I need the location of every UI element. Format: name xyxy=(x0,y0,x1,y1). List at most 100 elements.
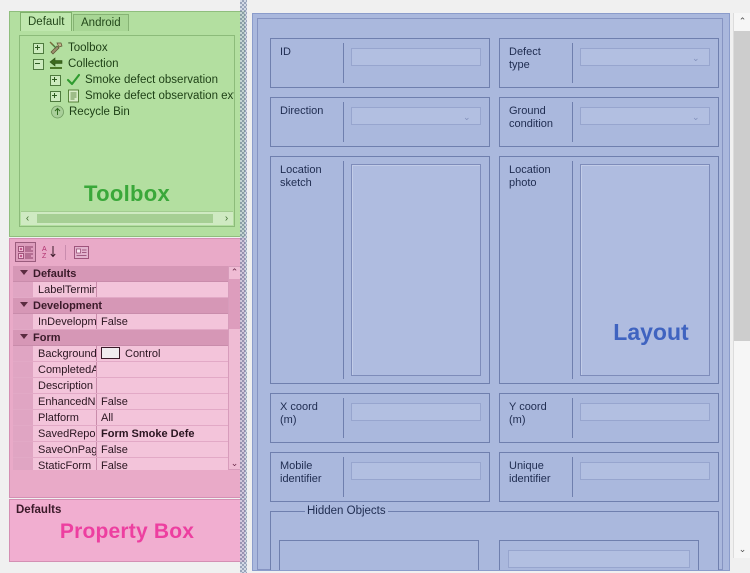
property-row[interactable]: InDevelopmentFalse xyxy=(13,314,241,330)
scroll-down-arrow-icon[interactable]: ⌄ xyxy=(229,458,240,469)
tab-default[interactable]: Default xyxy=(20,12,73,31)
document-icon xyxy=(66,89,81,103)
hidden-objects-legend-label: Hidden Objects xyxy=(305,505,388,517)
hidden-field-left[interactable] xyxy=(279,540,479,570)
field-direction[interactable]: Direction ⌄ xyxy=(270,97,490,147)
field-unique-identifier[interactable]: Unique identifier xyxy=(499,452,719,502)
tab-android[interactable]: Android xyxy=(73,14,129,31)
toolbox-tree[interactable]: Toolbox Collection Smoke defect observat… xyxy=(19,35,235,227)
collapse-minus-icon[interactable] xyxy=(33,58,44,70)
property-row[interactable]: EnhancedNextBFalse xyxy=(13,394,241,410)
hidden-objects-legend: Hidden Objects xyxy=(281,505,698,517)
field-defect-type[interactable]: Defect type ⌄ xyxy=(499,38,719,88)
layout-form-surface: ID Defect type ⌄ Direction ⌄ Ground condition ⌄ L… xyxy=(257,18,723,570)
property-name: EnhancedNextB xyxy=(13,394,97,409)
expand-plus-icon[interactable] xyxy=(33,42,44,54)
field-id[interactable]: ID xyxy=(270,38,490,88)
field-divider xyxy=(343,102,344,142)
toolbox-panel: Default Android Toolbox Collection Smoke… xyxy=(9,11,245,237)
category-collapse-arrow-icon[interactable] xyxy=(20,270,28,275)
toolbox-horizontal-scrollbar[interactable]: ‹ › xyxy=(21,211,233,225)
hidden-field-right-input[interactable] xyxy=(508,550,690,568)
field-mobile-identifier-input[interactable] xyxy=(351,462,481,480)
property-value[interactable] xyxy=(98,362,241,377)
property-row[interactable]: Platform All xyxy=(13,410,241,426)
alphabetical-sort-button[interactable]: A Z xyxy=(39,242,60,262)
scrollbar-thumb[interactable] xyxy=(734,31,750,341)
property-value[interactable]: All xyxy=(98,410,241,425)
category-collapse-arrow-icon[interactable] xyxy=(20,302,28,307)
field-location-sketch-input[interactable] xyxy=(351,164,481,376)
property-value[interactable] xyxy=(98,282,241,297)
field-ground-condition-input[interactable]: ⌄ xyxy=(580,107,710,125)
layout-pane: ID Defect type ⌄ Direction ⌄ Ground condition ⌄ L… xyxy=(247,0,750,573)
green-check-icon xyxy=(66,73,81,87)
scroll-down-arrow-icon[interactable]: ⌄ xyxy=(734,541,750,558)
pane-splitter[interactable] xyxy=(240,0,247,573)
property-name: InDevelopment xyxy=(13,314,97,329)
tree-item-recycle-bin[interactable]: Recycle Bin xyxy=(20,104,234,120)
scroll-up-arrow-icon[interactable]: ⌃ xyxy=(734,13,750,30)
chevron-down-icon[interactable]: ⌄ xyxy=(463,113,472,122)
field-location-sketch[interactable]: Location sketch xyxy=(270,156,490,384)
scrollbar-thumb[interactable] xyxy=(37,214,213,223)
property-value[interactable]: Form Smoke Defe xyxy=(98,426,241,441)
form-designer-window: Default Android Toolbox Collection Smoke… xyxy=(0,0,750,573)
field-location-sketch-label: Location sketch xyxy=(280,164,322,189)
property-row[interactable]: CompletedAction xyxy=(13,362,241,378)
chevron-down-icon[interactable]: ⌄ xyxy=(692,113,701,122)
field-unique-identifier-input[interactable] xyxy=(580,462,710,480)
field-x-coord-input[interactable] xyxy=(351,403,481,421)
scrollbar-thumb[interactable] xyxy=(229,279,240,329)
property-value[interactable]: False xyxy=(98,394,241,409)
hidden-field-right[interactable] xyxy=(499,540,699,570)
property-row[interactable]: BackgroundColoControl xyxy=(13,346,241,362)
property-row[interactable]: SaveOnPageChFalse xyxy=(13,442,241,458)
property-category-row[interactable]: Defaults xyxy=(13,266,241,282)
layout-watermark: Layout xyxy=(613,319,689,345)
tree-item-collection[interactable]: Collection xyxy=(20,56,234,72)
chevron-down-icon[interactable]: ⌄ xyxy=(692,54,701,63)
property-value[interactable]: False xyxy=(98,458,241,470)
tree-item-smoke-defect-observation[interactable]: Smoke defect observation xyxy=(20,72,234,88)
field-x-coord[interactable]: X coord (m) xyxy=(270,393,490,443)
field-ground-condition[interactable]: Ground condition ⌄ xyxy=(499,97,719,147)
property-row[interactable]: LabelTerminator xyxy=(13,282,241,298)
expand-plus-icon[interactable] xyxy=(50,74,61,86)
property-row[interactable]: StaticForm False xyxy=(13,458,241,470)
field-y-coord-input[interactable] xyxy=(580,403,710,421)
property-row[interactable]: Description xyxy=(13,378,241,394)
scroll-right-arrow-icon[interactable]: › xyxy=(220,212,233,225)
property-row[interactable]: SavedReportTitlForm Smoke Defe xyxy=(13,426,241,442)
property-value[interactable] xyxy=(98,378,241,393)
category-collapse-arrow-icon[interactable] xyxy=(20,334,28,339)
field-y-coord[interactable]: Y coord (m) xyxy=(499,393,719,443)
property-category-row[interactable]: Form xyxy=(13,330,241,346)
property-pages-button[interactable] xyxy=(71,242,92,262)
property-grid[interactable]: Defaults LabelTerminator Development InDeve… xyxy=(13,266,241,470)
layout-vertical-scrollbar[interactable]: ⌃ ⌄ xyxy=(733,13,750,558)
field-id-input[interactable] xyxy=(351,48,481,66)
tree-item-smoke-defect-observation-external[interactable]: Smoke defect observation exter xyxy=(20,88,234,104)
scroll-left-arrow-icon[interactable]: ‹ xyxy=(21,212,34,225)
scroll-up-arrow-icon[interactable]: ⌃ xyxy=(229,267,240,278)
tree-item-collection-label: Collection xyxy=(68,58,119,70)
color-swatch-icon[interactable] xyxy=(101,347,120,360)
property-category-row[interactable]: Development xyxy=(13,298,241,314)
property-category-label: Defaults xyxy=(33,268,77,280)
tree-item-toolbox[interactable]: Toolbox xyxy=(20,40,234,56)
field-defect-type-input[interactable]: ⌄ xyxy=(580,48,710,66)
property-description-pane xyxy=(10,471,244,497)
toolbox-watermark: Toolbox xyxy=(83,181,170,206)
property-value[interactable]: False xyxy=(98,314,241,329)
field-mobile-identifier[interactable]: Mobile identifier xyxy=(270,452,490,502)
tree-item-recycle-bin-label: Recycle Bin xyxy=(69,106,130,118)
field-location-photo[interactable]: Location photo xyxy=(499,156,719,384)
property-value[interactable]: False xyxy=(98,442,241,457)
property-value[interactable]: Control xyxy=(98,346,241,361)
layout-canvas[interactable]: ID Defect type ⌄ Direction ⌄ Ground condition ⌄ L… xyxy=(252,13,730,571)
categorized-view-button[interactable] xyxy=(15,242,36,262)
field-direction-input[interactable]: ⌄ xyxy=(351,107,481,125)
field-divider xyxy=(572,398,573,438)
expand-plus-icon[interactable] xyxy=(50,90,61,102)
